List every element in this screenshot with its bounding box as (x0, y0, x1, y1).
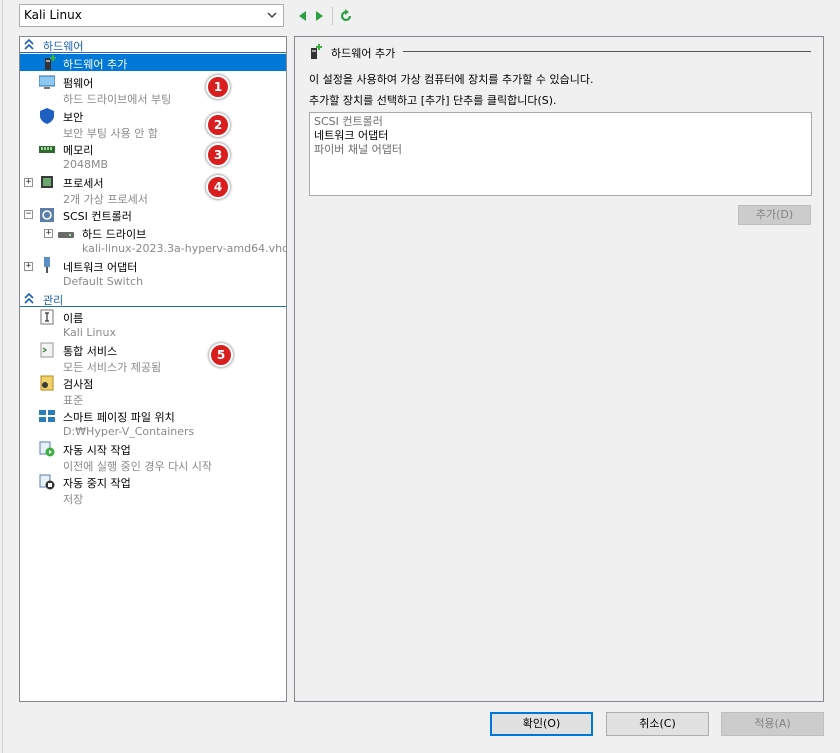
annotation-badge-3: 3 (206, 143, 230, 167)
add-hardware-icon (311, 44, 322, 59)
sidebar-item-name[interactable]: 이름 Kali Linux (20, 308, 286, 340)
device-option-network-adapter[interactable]: 네트워크 어댑터 (314, 129, 807, 143)
apply-button[interactable]: 적용(A) (721, 712, 824, 736)
smart-paging-icon (39, 410, 55, 422)
sidebar-item-firmware[interactable]: 펌웨어 하드 드라이브에서 부팅 (20, 73, 286, 106)
panel-description: 이 설정을 사용하여 가상 컴퓨터에 장치를 추가할 수 있습니다. (309, 73, 594, 86)
settings-tree: 하드웨어 하드웨어 추가 펌웨어 하드 드라이브에서 부팅 보안 보안 부팅 사… (19, 36, 287, 702)
sidebar-item-label: 네트워크 어댑터 (63, 261, 138, 274)
vm-selector-value: Kali Linux (24, 8, 82, 22)
add-hardware-icon (45, 55, 56, 70)
device-option-scsi[interactable]: SCSI 컨트롤러 (314, 115, 807, 129)
memory-icon (39, 146, 55, 153)
hard-drive-icon (58, 232, 74, 238)
sidebar-item-add-hardware[interactable]: 하드웨어 추가 (20, 54, 286, 71)
sidebar-item-label: 스마트 페이징 파일 위치 (63, 411, 175, 424)
sidebar-item-automatic-stop[interactable]: 자동 중지 작업 저장 (20, 473, 286, 506)
sidebar-item-sub: Kali Linux (63, 326, 117, 339)
sidebar-item-label: 하드 드라이브 (82, 228, 147, 241)
add-hardware-panel: 하드웨어 추가 이 설정을 사용하여 가상 컴퓨터에 장치를 추가할 수 있습니… (294, 36, 824, 702)
navigation-toolbar (296, 7, 353, 25)
scsi-controller-icon (40, 208, 54, 222)
sidebar-item-hard-drive[interactable]: + 하드 드라이브 kali-linux-2023.3a-hyperv-amd6… (20, 224, 286, 256)
automatic-start-icon (39, 441, 55, 457)
sidebar-item-sub: D:₩Hyper-V_Containers (63, 425, 195, 438)
sidebar-item-sub: 저장 (63, 493, 84, 506)
section-title-management: 관리 (43, 294, 64, 307)
add-button[interactable]: 추가(D) (738, 205, 811, 225)
window-left-edge (0, 0, 3, 753)
toolbar-separator (332, 7, 333, 25)
sidebar-item-sub: 2개 가상 프로세서 (63, 193, 148, 206)
device-option-fibre-channel[interactable]: 파이버 채널 어댑터 (314, 143, 807, 157)
sidebar-item-memory[interactable]: 메모리 2048MB (20, 140, 286, 172)
checkpoint-icon (40, 375, 54, 391)
sidebar-item-label: 프로세서 (63, 177, 104, 190)
sidebar-item-sub: kali-linux-2023.3a-hyperv-amd64.vhdx (82, 242, 287, 255)
section-header-hardware[interactable]: 하드웨어 (20, 37, 286, 53)
sidebar-item-label: 펌웨어 (63, 77, 94, 90)
sidebar-item-scsi-controller[interactable]: − SCSI 컨트롤러 (20, 207, 286, 223)
sidebar-item-sub: 2048MB (63, 158, 109, 171)
sidebar-item-label: 보안 (63, 111, 84, 124)
processor-icon (41, 176, 53, 188)
annotation-badge-4: 4 (206, 175, 230, 199)
section-title-hardware: 하드웨어 (43, 40, 84, 53)
double-chevron-up-icon (24, 293, 34, 304)
sidebar-item-integration-services[interactable]: 통합 서비스 모든 서비스가 제공됨 (20, 341, 286, 374)
sidebar-item-network-adapter[interactable]: + 네트워크 어댑터 Default Switch (20, 257, 286, 289)
sidebar-item-label: 하드웨어 추가 (63, 58, 128, 71)
sidebar-item-label: 메모리 (63, 144, 94, 157)
ok-button[interactable]: 확인(O) (490, 712, 593, 736)
sidebar-item-label: 이름 (63, 312, 84, 325)
sidebar-item-automatic-start[interactable]: 자동 시작 작업 이전에 실행 중인 경우 다시 시작 (20, 440, 286, 473)
title-divider (403, 51, 811, 52)
sidebar-item-label: 통합 서비스 (63, 345, 118, 358)
firmware-icon (39, 75, 55, 89)
back-arrow-icon[interactable] (296, 9, 308, 23)
collapse-toggle[interactable]: − (24, 210, 33, 219)
refresh-icon[interactable] (339, 9, 353, 23)
section-header-management[interactable]: 관리 (20, 291, 286, 307)
automatic-stop-icon (39, 474, 55, 490)
vm-selector-dropdown[interactable]: Kali Linux (19, 4, 284, 27)
sidebar-item-label: SCSI 컨트롤러 (63, 210, 132, 223)
forward-arrow-icon[interactable] (314, 9, 326, 23)
annotation-badge-1: 1 (206, 75, 230, 99)
annotation-badge-5: 5 (209, 343, 233, 367)
sidebar-item-processor[interactable]: + 프로세서 2개 가상 프로세서 (20, 173, 286, 206)
sidebar-item-sub: 이전에 실행 중인 경우 다시 시작 (63, 460, 213, 473)
sidebar-item-security[interactable]: 보안 보안 부팅 사용 안 함 (20, 107, 286, 140)
double-chevron-up-icon (24, 39, 34, 50)
panel-title: 하드웨어 추가 (331, 47, 396, 60)
sidebar-item-label: 검사점 (63, 378, 94, 391)
chevron-down-icon (267, 12, 277, 18)
sidebar-item-label: 자동 시작 작업 (63, 444, 131, 457)
sidebar-item-sub: 표준 (63, 394, 84, 407)
shield-icon (40, 108, 54, 124)
name-tag-icon (40, 309, 54, 325)
sidebar-item-sub: 하드 드라이브에서 부팅 (63, 93, 172, 106)
expand-toggle[interactable]: + (44, 229, 53, 238)
expand-toggle[interactable]: + (24, 178, 33, 187)
cancel-button[interactable]: 취소(C) (606, 712, 709, 736)
annotation-badge-2: 2 (206, 113, 230, 137)
panel-instruction: 추가할 장치를 선택하고 [추가] 단추를 클릭합니다(S). (309, 94, 557, 107)
sidebar-item-sub: 보안 부팅 사용 안 함 (63, 127, 158, 140)
integration-services-icon (40, 342, 54, 358)
network-adapter-icon (44, 257, 50, 273)
sidebar-item-smart-paging[interactable]: 스마트 페이징 파일 위치 D:₩Hyper-V_Containers (20, 407, 286, 439)
device-listbox[interactable]: SCSI 컨트롤러 네트워크 어댑터 파이버 채널 어댑터 (309, 112, 812, 196)
sidebar-item-label: 자동 중지 작업 (63, 477, 131, 490)
sidebar-item-sub: 모든 서비스가 제공됨 (63, 361, 162, 374)
expand-toggle[interactable]: + (24, 262, 33, 271)
sidebar-item-sub: Default Switch (63, 275, 144, 288)
sidebar-item-checkpoints[interactable]: 검사점 표준 (20, 374, 286, 407)
